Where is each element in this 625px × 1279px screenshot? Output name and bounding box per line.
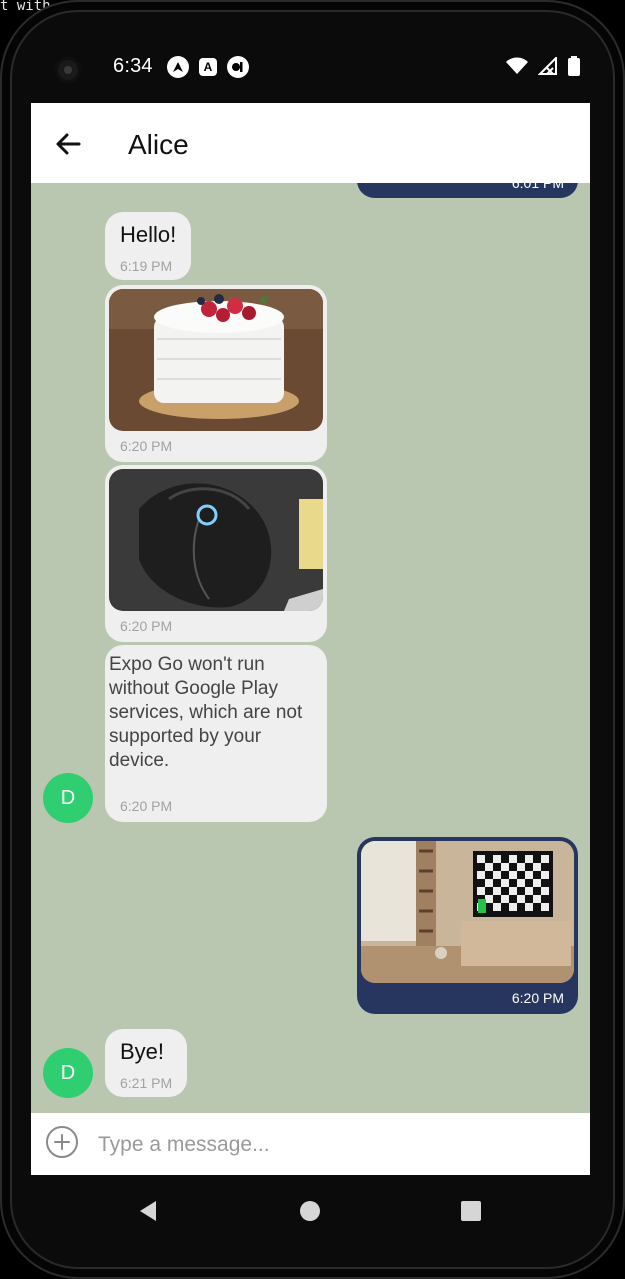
incoming-message-bubble[interactable]: Expo Go won't run without Google Play se… bbox=[105, 645, 327, 822]
status-icons-right bbox=[506, 56, 580, 76]
app-bar: Alice bbox=[31, 103, 590, 183]
battery-icon bbox=[568, 56, 580, 76]
message-time: 6:20 PM bbox=[120, 438, 173, 454]
arrow-up-icon bbox=[167, 56, 189, 78]
front-camera bbox=[55, 57, 81, 83]
message-time: 6:20 PM bbox=[120, 618, 173, 634]
signal-icon bbox=[538, 57, 557, 75]
message-input[interactable] bbox=[96, 1128, 570, 1162]
chat-list[interactable]: 6:01 PM Hello! 6:19 PM 6:20 PM 6:20 PM E… bbox=[31, 163, 590, 1113]
cake-photo[interactable] bbox=[109, 289, 323, 431]
message-text: Expo Go won't run without Google Play se… bbox=[109, 654, 303, 771]
conversation-title: Alice bbox=[128, 129, 189, 160]
message-time: 6:19 PM bbox=[120, 258, 173, 274]
status-bar: 6:34 A bbox=[31, 40, 590, 103]
message-time: 6:20 PM bbox=[120, 798, 173, 814]
add-attachment-icon[interactable] bbox=[45, 1125, 79, 1159]
back-arrow-icon[interactable] bbox=[51, 127, 85, 161]
recents-square-icon[interactable] bbox=[457, 1197, 485, 1225]
incoming-image-bubble[interactable]: 6:20 PM bbox=[105, 465, 327, 642]
message-text: Hello! bbox=[120, 222, 177, 247]
message-time: 6:20 PM bbox=[511, 990, 564, 1006]
message-time: 6:21 PM bbox=[120, 1075, 173, 1091]
back-triangle-icon[interactable] bbox=[134, 1197, 162, 1225]
mouse-photo[interactable] bbox=[109, 469, 323, 611]
incoming-image-bubble[interactable]: 6:20 PM bbox=[105, 285, 327, 462]
home-circle-icon[interactable] bbox=[296, 1197, 324, 1225]
incoming-message-bubble[interactable]: Hello! 6:19 PM bbox=[105, 212, 191, 280]
system-nav-bar bbox=[31, 1175, 590, 1245]
outgoing-image-bubble[interactable]: 6:20 PM bbox=[357, 837, 578, 1014]
message-composer bbox=[31, 1113, 590, 1175]
avatar[interactable]: D bbox=[43, 1048, 93, 1098]
wifi-icon bbox=[506, 57, 528, 74]
message-text: Bye! bbox=[120, 1039, 165, 1064]
alert-badge-icon bbox=[227, 56, 249, 78]
tv-room-photo[interactable] bbox=[361, 841, 574, 983]
status-time: 6:34 bbox=[113, 55, 153, 77]
avatar[interactable]: D bbox=[43, 773, 93, 823]
a-badge-icon: A bbox=[199, 58, 217, 76]
status-icons-left: A bbox=[167, 56, 249, 78]
app-screen: Alice 6:01 PM Hello! 6:19 PM 6:20 PM 6:2… bbox=[31, 103, 590, 1175]
incoming-message-bubble[interactable]: Bye! 6:21 PM bbox=[105, 1029, 187, 1097]
